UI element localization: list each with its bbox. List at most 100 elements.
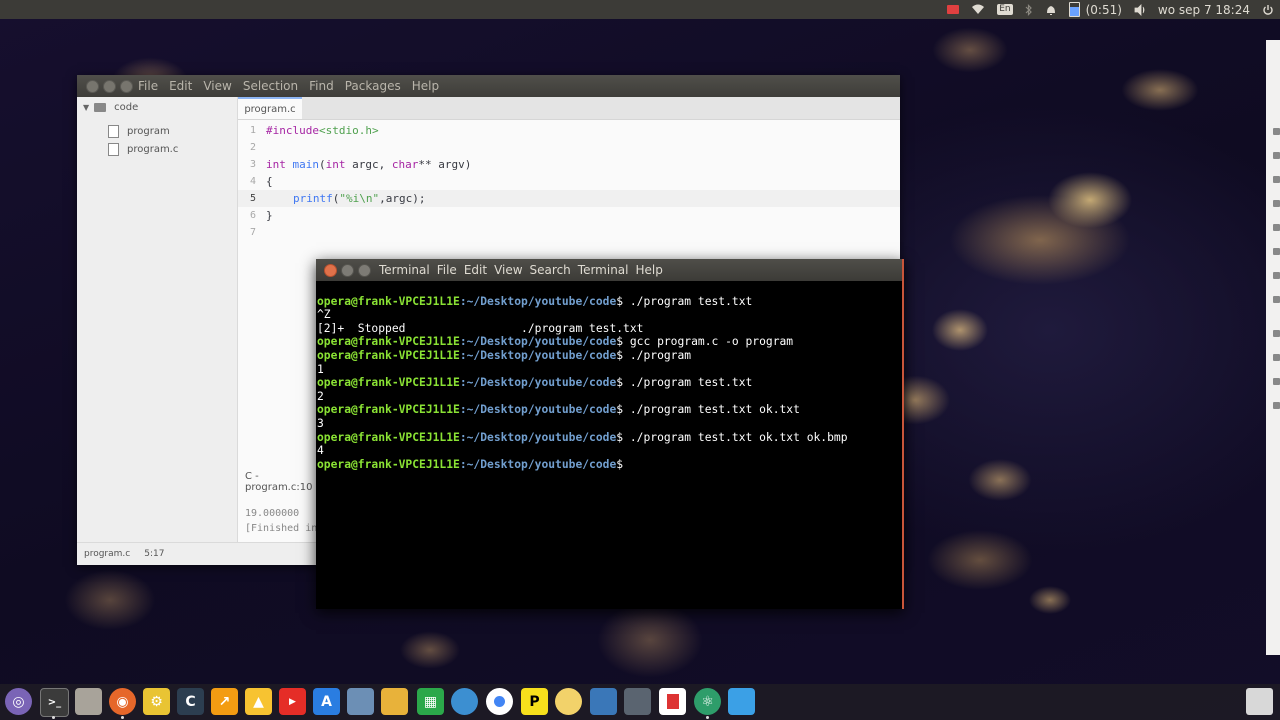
status-cursor-position[interactable]: 5:17 bbox=[144, 549, 164, 559]
terminal-icon[interactable]: >_ bbox=[40, 688, 69, 717]
prompt-path: :~/Desktop/youtube/code bbox=[459, 376, 617, 390]
terminal-line: ^Z bbox=[317, 308, 331, 322]
code-token: ** argv) bbox=[418, 158, 472, 171]
clock[interactable]: wo sep 7 18:24 bbox=[1152, 0, 1256, 19]
settings-icon[interactable]: ⚙ bbox=[143, 688, 170, 715]
code-token: argc, bbox=[345, 158, 392, 171]
menu-help[interactable]: Help bbox=[636, 263, 663, 277]
file-icon bbox=[108, 125, 119, 138]
code-line: 3 int main(int argc, char** argv) bbox=[238, 156, 900, 173]
window-icon[interactable] bbox=[728, 688, 755, 715]
code-token: { bbox=[266, 175, 273, 188]
sidebar-icon bbox=[1273, 330, 1280, 337]
ccleaner-icon[interactable]: C bbox=[177, 688, 204, 715]
libreoffice-calc-icon[interactable]: ▦ bbox=[417, 688, 444, 715]
terminal-line: 3 bbox=[317, 416, 324, 430]
menu-file[interactable]: File bbox=[437, 263, 457, 277]
terminal-line: opera@frank-VPCEJ1L1E:~/Desktop/youtube/… bbox=[317, 458, 902, 472]
prompt-path: :~/Desktop/youtube/code bbox=[459, 430, 617, 444]
pdf-icon[interactable] bbox=[659, 688, 686, 715]
code-token: <stdio.h> bbox=[318, 124, 379, 137]
plex-icon[interactable]: P bbox=[521, 688, 548, 715]
minimize-button[interactable] bbox=[103, 79, 116, 93]
menu-selection[interactable]: Selection bbox=[243, 79, 298, 93]
network-icon[interactable] bbox=[347, 688, 374, 715]
sidebar-icon bbox=[1273, 272, 1280, 279]
editor-titlebar[interactable]: File Edit View Selection Find Packages H… bbox=[77, 75, 900, 97]
menu-search[interactable]: Search bbox=[530, 263, 571, 277]
terminal-output[interactable]: opera@frank-VPCEJ1L1E:~/Desktop/youtube/… bbox=[316, 281, 902, 499]
bluetooth-icon[interactable] bbox=[1019, 0, 1039, 19]
maximize-button[interactable] bbox=[120, 79, 133, 93]
atom-icon[interactable]: ⚛ bbox=[694, 688, 721, 715]
partial-window-edge[interactable] bbox=[1266, 40, 1280, 655]
battery-icon[interactable] bbox=[1063, 0, 1086, 19]
terminal-command: ./program test.txt ok.txt bbox=[629, 403, 800, 417]
close-button[interactable] bbox=[86, 79, 99, 93]
sidebar-icon bbox=[1273, 378, 1280, 385]
prompt-user: opera@frank-VPCEJ1L1E bbox=[317, 376, 460, 390]
prompt-path: :~/Desktop/youtube/code bbox=[459, 457, 617, 471]
menu-help[interactable]: Help bbox=[412, 79, 439, 93]
line-number: 4 bbox=[249, 176, 256, 187]
menu-edit[interactable]: Edit bbox=[169, 79, 192, 93]
mail-icon[interactable] bbox=[1039, 0, 1063, 19]
code-token: printf bbox=[293, 192, 333, 205]
record-indicator-icon[interactable] bbox=[941, 0, 965, 19]
prompt-user: opera@frank-VPCEJ1L1E bbox=[317, 430, 460, 444]
cheese-icon[interactable] bbox=[555, 688, 582, 715]
terminal-command: ./program test.txt bbox=[629, 294, 753, 308]
menu-terminal[interactable]: Terminal bbox=[578, 263, 629, 277]
prompt-path: :~/Desktop/youtube/code bbox=[459, 335, 617, 349]
code-line: 4 { bbox=[238, 173, 900, 190]
terminal-line: 2 bbox=[317, 389, 324, 403]
wifi-icon[interactable] bbox=[965, 0, 991, 19]
menu-file[interactable]: File bbox=[138, 79, 158, 93]
prompt-symbol: $ bbox=[616, 376, 630, 390]
power-icon[interactable] bbox=[1256, 0, 1280, 19]
prompt-symbol: $ bbox=[616, 294, 630, 308]
terminal-titlebar[interactable]: Terminal File Edit View Search Terminal … bbox=[316, 259, 902, 281]
prompt-path: :~/Desktop/youtube/code bbox=[459, 294, 617, 308]
close-button[interactable] bbox=[324, 263, 337, 277]
menu-edit[interactable]: Edit bbox=[464, 263, 487, 277]
code-line: 1 #include <stdio.h> bbox=[238, 122, 900, 139]
virtualbox-icon[interactable] bbox=[590, 688, 617, 715]
chrome-icon[interactable] bbox=[486, 688, 513, 715]
google-drive-icon[interactable]: ▲ bbox=[245, 688, 272, 715]
code-line-current: 5 printf("%i\n",argc); bbox=[238, 190, 900, 207]
tree-file-label: program.c bbox=[127, 144, 179, 155]
tree-file-program-c[interactable]: program.c bbox=[108, 143, 178, 156]
line-number: 5 bbox=[249, 193, 256, 204]
ubuntu-home-icon[interactable]: ◎ bbox=[5, 688, 32, 715]
code-token: ,argc); bbox=[379, 192, 426, 205]
running-indicator bbox=[706, 716, 709, 719]
menu-view[interactable]: View bbox=[494, 263, 522, 277]
sidebar-icon bbox=[1273, 176, 1280, 183]
volume-icon[interactable] bbox=[1128, 0, 1152, 19]
tab-program-c[interactable]: program.c bbox=[238, 97, 302, 119]
folder-icon[interactable] bbox=[381, 688, 408, 715]
firefox-icon[interactable]: ◉ bbox=[109, 688, 136, 715]
youtube-icon[interactable]: ▶ bbox=[279, 688, 306, 715]
code-token: char bbox=[391, 158, 419, 171]
storage-icon[interactable] bbox=[624, 688, 651, 715]
terminal-command: ./program test.txt bbox=[629, 376, 753, 390]
tree-file-program[interactable]: program bbox=[108, 125, 170, 138]
sidebar-icon bbox=[1273, 200, 1280, 207]
files-icon[interactable] bbox=[75, 688, 102, 715]
status-file[interactable]: program.c bbox=[84, 549, 130, 559]
console-tab[interactable]: C - program.c:10 bbox=[238, 471, 326, 493]
menu-packages[interactable]: Packages bbox=[345, 79, 401, 93]
text-editor-icon[interactable]: A bbox=[313, 688, 340, 715]
tree-root-folder[interactable]: ▼ code bbox=[83, 102, 138, 113]
minimize-button[interactable] bbox=[341, 263, 354, 277]
system-monitor-icon[interactable]: ↗ bbox=[211, 688, 238, 715]
keyboard-icon[interactable]: En bbox=[991, 0, 1018, 19]
terminal-line: opera@frank-VPCEJ1L1E:~/Desktop/youtube/… bbox=[317, 431, 902, 445]
maximize-button[interactable] bbox=[358, 263, 371, 277]
menu-view[interactable]: View bbox=[203, 79, 231, 93]
remmina-icon[interactable] bbox=[451, 688, 478, 715]
trash-icon[interactable] bbox=[1246, 688, 1273, 715]
menu-find[interactable]: Find bbox=[309, 79, 334, 93]
